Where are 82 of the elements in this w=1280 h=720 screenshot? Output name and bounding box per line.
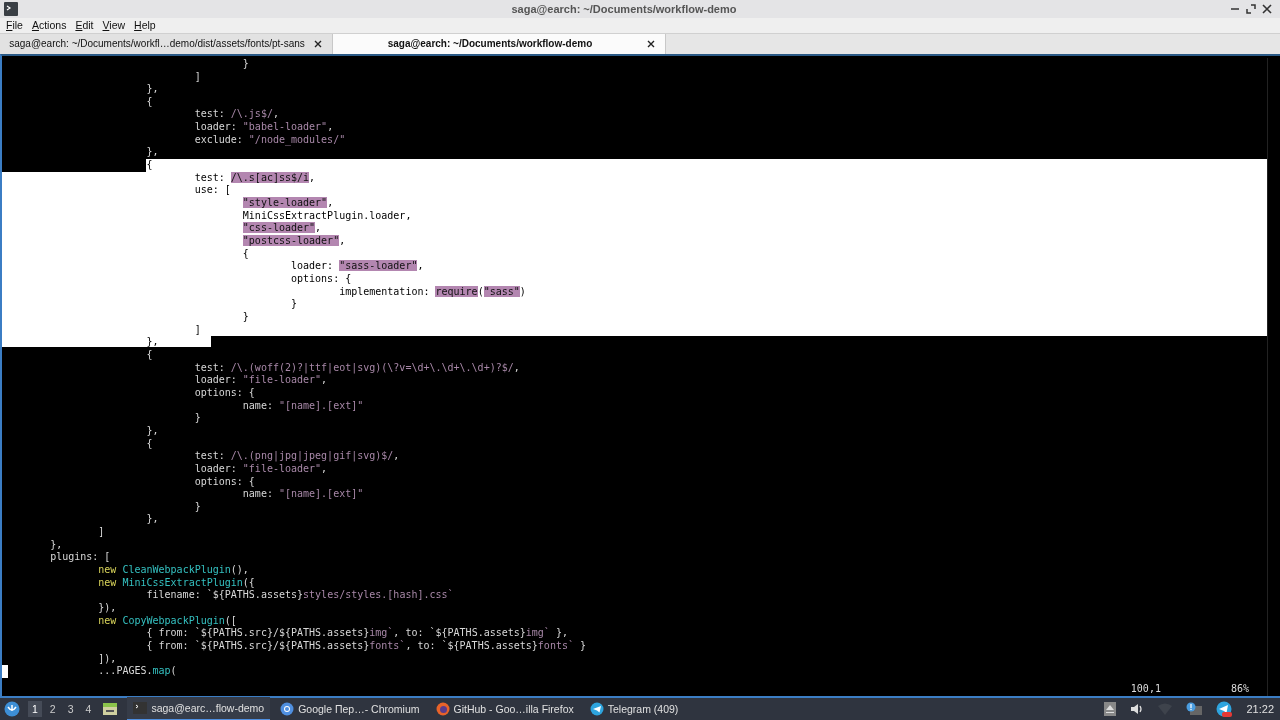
- browser-icon: [435, 702, 450, 716]
- code-line: implementation: require("sass"): [338, 285, 526, 297]
- window-title: saga@earch: ~/Documents/workflow-demo: [510, 2, 738, 15]
- code-line: }),: [97, 602, 117, 614]
- code-line: }: [241, 310, 249, 322]
- close-icon[interactable]: [1262, 3, 1272, 14]
- paper-plane-icon[interactable]: [1216, 701, 1233, 717]
- code-line: { from: `${PATHS.src}/${PATHS.assets}img`, to: `${PATHS.assets}img` },: [145, 627, 568, 639]
- start-menu-icon[interactable]: [4, 701, 20, 717]
- code-line: },: [145, 83, 159, 95]
- menu-item[interactable]: Help: [134, 19, 156, 32]
- workspace-button[interactable]: 1: [28, 701, 42, 717]
- code-line: new CleanWebpackPlugin(),: [97, 564, 249, 576]
- code-line: "postcss-loader",: [241, 235, 346, 247]
- code-line: ]: [97, 526, 105, 538]
- browser-icon: [280, 702, 295, 716]
- notification-icon[interactable]: [1186, 702, 1203, 716]
- taskbar-button[interactable]: Google Пер…- Chromium: [274, 698, 426, 720]
- taskbar-button[interactable]: Telegram (409): [583, 698, 685, 720]
- code-line: test: /\.js$/,: [193, 108, 279, 120]
- close-icon[interactable]: [647, 39, 655, 48]
- code-line: MiniCssExtractPlugin.loader,: [241, 209, 412, 221]
- code-line: }: [290, 298, 297, 310]
- code-line: exclude: "/node_modules/": [193, 133, 346, 145]
- code-line: }: [193, 500, 201, 512]
- clock: 21:22: [1246, 703, 1274, 715]
- volume-icon[interactable]: [1130, 702, 1145, 716]
- code-line: plugins: [: [49, 551, 111, 563]
- code-line: new CopyWebpackPlugin([: [97, 614, 237, 626]
- code-line: "style-loader",: [241, 197, 334, 209]
- code-line: new MiniCssExtractPlugin({: [97, 576, 255, 588]
- menu-item[interactable]: File: [6, 19, 23, 32]
- maximize-icon[interactable]: [1246, 3, 1256, 14]
- code-line: {: [145, 437, 153, 449]
- close-icon[interactable]: [314, 39, 322, 48]
- code-line: {: [145, 95, 153, 107]
- code-line: },: [145, 513, 159, 525]
- code-line: test: /\.(woff(2)?|ttf|eot|svg)(\?v=\d+\.\d+\.\d+)?$/,: [193, 361, 520, 373]
- code-line: loader: "sass-loader",: [290, 260, 424, 272]
- menu-item[interactable]: Edit: [75, 19, 94, 32]
- workspace-button[interactable]: 3: [63, 701, 78, 717]
- code-line: {: [145, 348, 153, 360]
- code-line: "css-loader",: [241, 222, 322, 234]
- terminal-icon: [133, 701, 148, 715]
- menu-item[interactable]: Actions: [31, 19, 67, 32]
- code-line: },: [49, 538, 63, 550]
- eject-icon[interactable]: [1104, 702, 1117, 716]
- code-line: options: {: [193, 386, 255, 398]
- terminal-tab[interactable]: saga@earch: ~/Documents/workfl…demo/dist/assets/fonts/pt-sans: [0, 33, 333, 54]
- code-line: {: [145, 159, 153, 171]
- code-line: {: [241, 247, 249, 259]
- menu-item[interactable]: View: [102, 19, 126, 32]
- code-line: ]: [193, 323, 201, 335]
- code-line: }: [193, 412, 201, 424]
- desktop-icon[interactable]: [103, 702, 118, 716]
- workspace-button[interactable]: 4: [81, 701, 96, 717]
- code-line: ...PAGES.map(: [97, 665, 177, 677]
- code-line: },: [145, 146, 159, 158]
- code-line: test: /\.s[ac]ss$/i,: [193, 171, 316, 183]
- terminal-icon: [4, 1, 18, 16]
- cursor-position: 100,1: [1130, 682, 1161, 694]
- code-line: ]),: [97, 652, 117, 664]
- code-line: filename: `${PATHS.assets}styles/styles.[hash].css`: [145, 589, 454, 601]
- code-line: options: {: [290, 273, 352, 284]
- code-line: name: "[name].[ext]": [241, 399, 364, 411]
- terminal-tab[interactable]: saga@earch: ~/Documents/workflow-demo: [333, 33, 666, 54]
- code-line: loader: "file-loader",: [193, 462, 328, 474]
- code-line: name: "[name].[ext]": [241, 488, 364, 500]
- workspace-button[interactable]: 2: [45, 701, 60, 717]
- code-line: test: /\.(png|jpg|jpeg|gif|svg)$/,: [193, 450, 400, 462]
- paper-plane-icon: [589, 702, 604, 716]
- code-line: { from: `${PATHS.src}/${PATHS.assets}fonts`, to: `${PATHS.assets}fonts` }: [145, 640, 587, 652]
- code-line: }: [241, 57, 249, 69]
- code-line: },: [145, 424, 159, 436]
- code-line: ]: [193, 70, 201, 82]
- scroll-percent: 86%: [1230, 682, 1249, 694]
- taskbar-button[interactable]: saga@earc…flow-demo: [127, 697, 271, 720]
- code-line: loader: "file-loader",: [193, 374, 328, 386]
- taskbar-button[interactable]: GitHub - Goo…illa Firefox: [429, 698, 580, 720]
- code-line: loader: "babel-loader",: [193, 121, 334, 133]
- code-line: options: {: [193, 475, 255, 487]
- code-line: use: [: [193, 184, 231, 196]
